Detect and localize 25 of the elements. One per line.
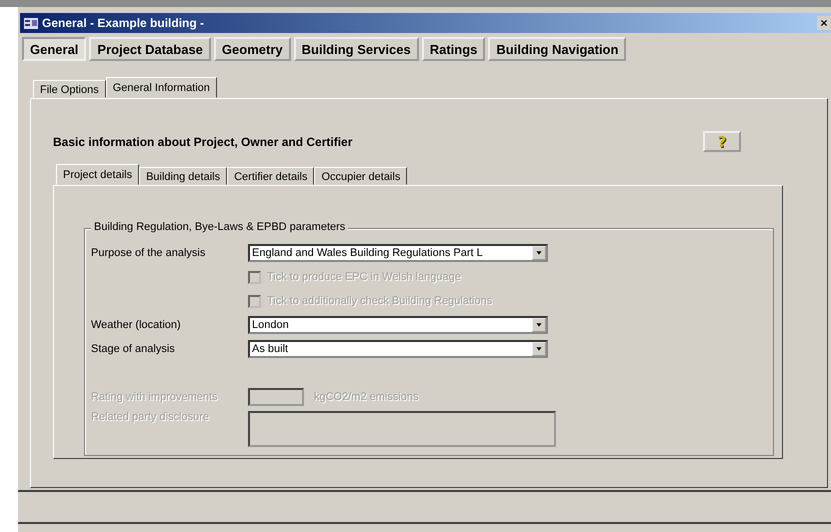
tab[interactable]: Building Services <box>294 37 419 61</box>
group-title: Building Regulation, Bye-Laws & EPBD parameters <box>91 221 348 233</box>
close-button[interactable]: × <box>817 16 831 30</box>
tab[interactable]: Project details <box>56 164 140 185</box>
section-heading: Basic information about Project, Owner and Certifier <box>53 134 352 148</box>
tab[interactable]: General Information <box>106 77 217 98</box>
tab[interactable]: General <box>22 37 86 61</box>
tab[interactable]: Building Navigation <box>488 37 626 61</box>
tab[interactable]: Ratings <box>422 37 486 61</box>
dropdown[interactable]: London <box>248 316 548 334</box>
dropdown[interactable]: England and Wales Building Regulations Part L <box>248 244 548 262</box>
field-label: Weather (location) <box>91 319 182 331</box>
tab[interactable]: Certifier details <box>227 167 314 185</box>
text-area[interactable] <box>248 411 556 447</box>
input-field[interactable] <box>248 388 304 406</box>
tab[interactable]: Building details <box>139 167 228 185</box>
field-label: Stage of analysis <box>91 343 176 355</box>
tab[interactable]: Geometry <box>214 37 291 61</box>
window-title: General - Example building - <box>42 16 204 30</box>
dropdown[interactable]: As built <box>248 340 548 358</box>
window-icon <box>24 18 38 28</box>
tab[interactable]: Occupier details <box>314 167 408 185</box>
field-label: Purpose of the analysis <box>91 247 206 259</box>
tab[interactable]: Project Database <box>89 37 211 61</box>
tab[interactable]: File Options <box>33 80 106 98</box>
